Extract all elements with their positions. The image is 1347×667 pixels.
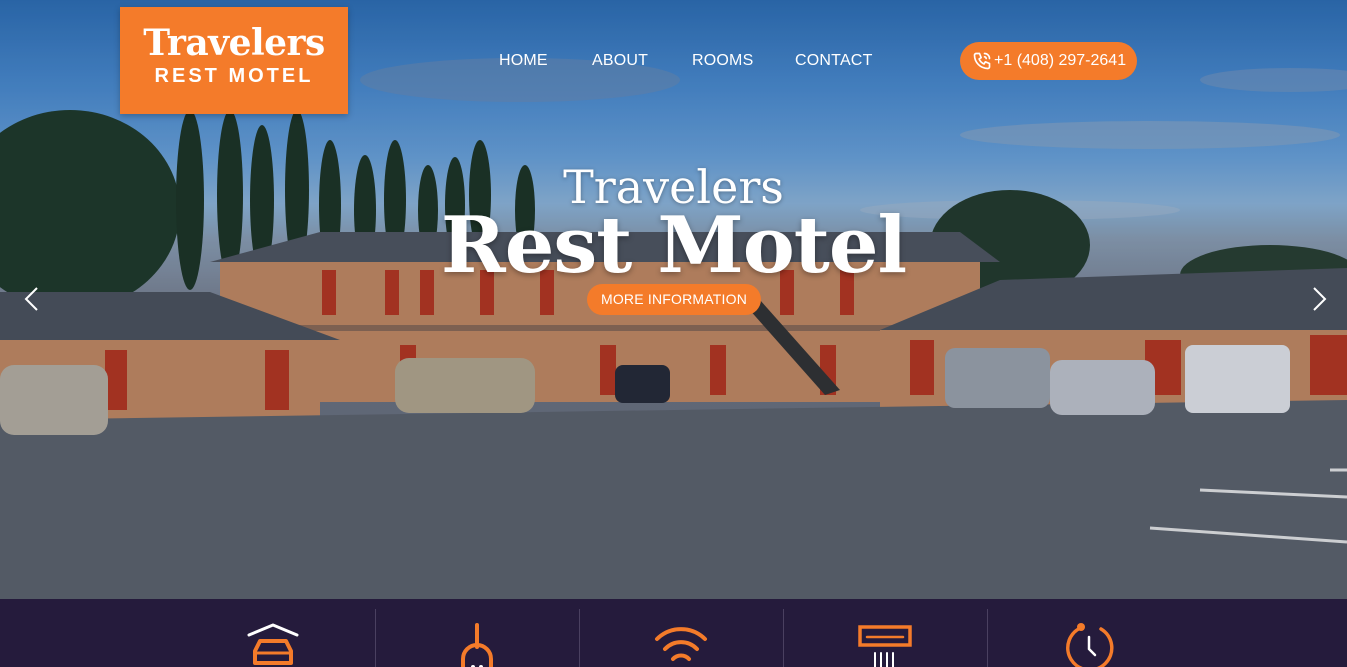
phone-icon bbox=[973, 52, 991, 70]
clock-icon bbox=[1066, 623, 1114, 667]
phone-number: +1 (408) 297-2641 bbox=[994, 52, 1127, 69]
amenity-iron bbox=[375, 609, 579, 667]
more-information-button[interactable]: MORE INFORMATION bbox=[587, 284, 761, 315]
covered-parking-icon bbox=[247, 623, 299, 665]
amenity-24-hour bbox=[987, 609, 1191, 667]
air-conditioner-icon bbox=[858, 625, 912, 667]
hero-slider: Travelers REST MOTEL HOME ABOUT ROOMS CO… bbox=[0, 0, 1347, 599]
amenities-bar bbox=[0, 599, 1347, 667]
amenity-covered-parking bbox=[171, 609, 375, 667]
nav-item-about[interactable]: ABOUT bbox=[592, 52, 648, 70]
iron-icon bbox=[461, 623, 493, 667]
chevron-left-icon[interactable] bbox=[20, 284, 44, 314]
nav-item-rooms[interactable]: ROOMS bbox=[692, 52, 753, 70]
amenity-wifi bbox=[579, 609, 783, 667]
hero-title-big: Rest Motel bbox=[440, 200, 907, 291]
main-nav: HOME ABOUT ROOMS CONTACT bbox=[0, 52, 1347, 72]
nav-item-contact[interactable]: CONTACT bbox=[795, 52, 873, 70]
nav-item-home[interactable]: HOME bbox=[499, 52, 548, 70]
amenity-air-conditioner bbox=[783, 609, 987, 667]
wifi-icon bbox=[655, 627, 707, 661]
phone-button[interactable]: +1 (408) 297-2641 bbox=[960, 42, 1137, 80]
chevron-right-icon[interactable] bbox=[1307, 284, 1331, 314]
